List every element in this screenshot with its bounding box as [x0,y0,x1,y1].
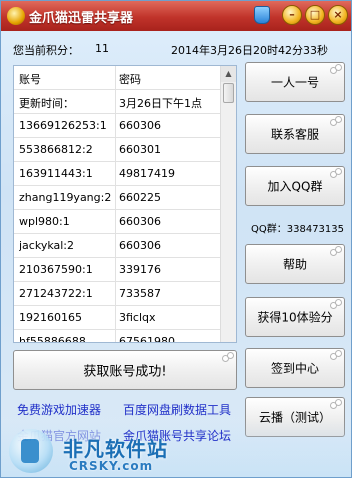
cell-password: 3ficlqx [119,311,156,324]
scroll-up-icon[interactable]: ▲ [221,66,236,82]
help-button[interactable]: 帮助 [245,244,345,284]
cell-account: hf55886688 [19,335,86,343]
qq-group-number: QQ群：338473135 [251,224,345,235]
cell-password: 67561980 [119,335,175,343]
column-header-password: 密码 [119,73,141,86]
table-row[interactable]: 163911443:1 49817419 [14,162,222,186]
window-title: 金爪猫迅雷共享器 [29,11,134,26]
cell-password: 660301 [119,143,161,156]
cell-account: 271243722:1 [19,287,93,300]
table-row[interactable]: zhang119yang:2 660225 [14,186,222,210]
table-row[interactable]: hf55886688 67561980 [14,330,222,343]
app-logo-icon [7,7,25,25]
account-table[interactable]: 账号 密码 更新时间： 3月26日下午1点 13669126253:1 6603… [13,65,237,343]
scroll-thumb[interactable] [223,83,234,103]
cell-password: 49817419 [119,167,175,180]
cell-account: wpl980:1 [19,215,70,228]
minimize-icon[interactable]: – [282,5,302,25]
table-scrollbar[interactable]: ▲ [220,66,236,342]
table-row[interactable]: 210367590:1 339176 [14,258,222,282]
table-row[interactable]: jackykal:2 660306 [14,234,222,258]
app-window: 金爪猫迅雷共享器 – □ × 您当前积分： 11 2014年3月26日20时42… [0,0,352,478]
skin-icon[interactable] [254,6,270,24]
close-icon[interactable]: × [328,5,348,25]
table-row[interactable]: 192160165 3ficlqx [14,306,222,330]
bubble-decoration-icon [330,246,342,256]
table-row[interactable]: 更新时间： 3月26日下午1点 [14,90,222,114]
cell-account: 192160165 [19,311,82,324]
table-row[interactable]: 553866812:2 660301 [14,138,222,162]
join-qq-group-button[interactable]: 加入QQ群 [245,166,345,206]
cell-account: 210367590:1 [19,263,93,276]
cell-password: 733587 [119,287,161,300]
get-account-status-button[interactable]: 获取账号成功! [13,350,237,390]
check-in-center-button[interactable]: 签到中心 [245,348,345,388]
bubble-decoration-icon [222,352,234,362]
current-datetime: 2014年3月26日20时42分33秒 [171,44,328,57]
one-person-one-account-button[interactable]: 一人一号 [245,62,345,102]
table-header: 账号 密码 [14,66,222,90]
link-baidu-pan-tool[interactable]: 百度网盘刷数据工具 [123,401,231,418]
cell-password: 339176 [119,263,161,276]
cell-account: 更新时间： [19,97,74,110]
table-row[interactable]: 271243722:1 733587 [14,282,222,306]
bubble-decoration-icon [330,399,342,409]
points-value: 11 [95,42,109,55]
table-row[interactable]: wpl980:1 660306 [14,210,222,234]
watermark-url: CRSKY.com [69,459,154,473]
contact-support-button[interactable]: 联系客服 [245,114,345,154]
cell-account: 13669126253:1 [19,119,107,132]
cell-password: 3月26日下午1点 [119,97,202,110]
cell-account: 553866812:2 [19,143,93,156]
bubble-decoration-icon [330,64,342,74]
cell-password: 660225 [119,191,161,204]
bubble-decoration-icon [330,168,342,178]
cell-password: 660306 [119,119,161,132]
cell-password: 660306 [119,239,161,252]
cell-account: 163911443:1 [19,167,93,180]
link-free-game-accelerator[interactable]: 免费游戏加速器 [17,401,101,418]
bubble-decoration-icon [330,350,342,360]
maximize-icon[interactable]: □ [305,5,325,25]
title-bar[interactable]: 金爪猫迅雷共享器 – □ × [1,1,351,31]
cell-password: 660306 [119,215,161,228]
watermark-title: 非凡软件站 [63,437,168,461]
column-header-account: 账号 [19,73,41,86]
points-label: 您当前积分： [13,44,79,57]
table-row[interactable]: 13669126253:1 660306 [14,114,222,138]
bubble-decoration-icon [330,299,342,309]
bubble-decoration-icon [330,116,342,126]
get-10-points-button[interactable]: 获得10体验分 [245,297,345,337]
cell-account: jackykal:2 [19,239,75,252]
watermark-logo-icon [9,429,53,473]
cell-account: zhang119yang:2 [19,191,112,204]
